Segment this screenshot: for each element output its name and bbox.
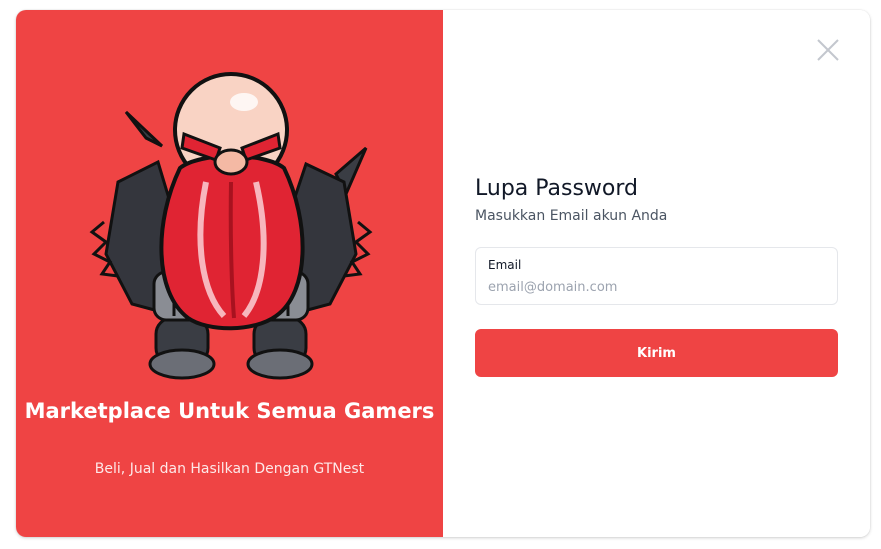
- submit-button[interactable]: Kirim: [475, 329, 838, 377]
- forgot-password-modal: Marketplace Untuk Semua Gamers Beli, Jua…: [16, 10, 870, 537]
- form-panel: Lupa Password Masukkan Email akun Anda E…: [443, 10, 870, 537]
- email-field[interactable]: Email: [475, 247, 838, 305]
- hero-title: Marketplace Untuk Semua Gamers: [24, 399, 435, 423]
- hero-subtitle: Beli, Jual dan Hasilkan Dengan GTNest: [94, 461, 365, 477]
- close-icon: [817, 39, 839, 61]
- close-button[interactable]: [815, 37, 841, 63]
- email-input[interactable]: [488, 277, 824, 297]
- form-title: Lupa Password: [475, 176, 639, 201]
- gamer-mascot-icon: [89, 72, 373, 380]
- email-label: Email: [488, 258, 522, 272]
- hero-panel: Marketplace Untuk Semua Gamers Beli, Jua…: [16, 10, 443, 537]
- form-subtitle: Masukkan Email akun Anda: [475, 208, 668, 224]
